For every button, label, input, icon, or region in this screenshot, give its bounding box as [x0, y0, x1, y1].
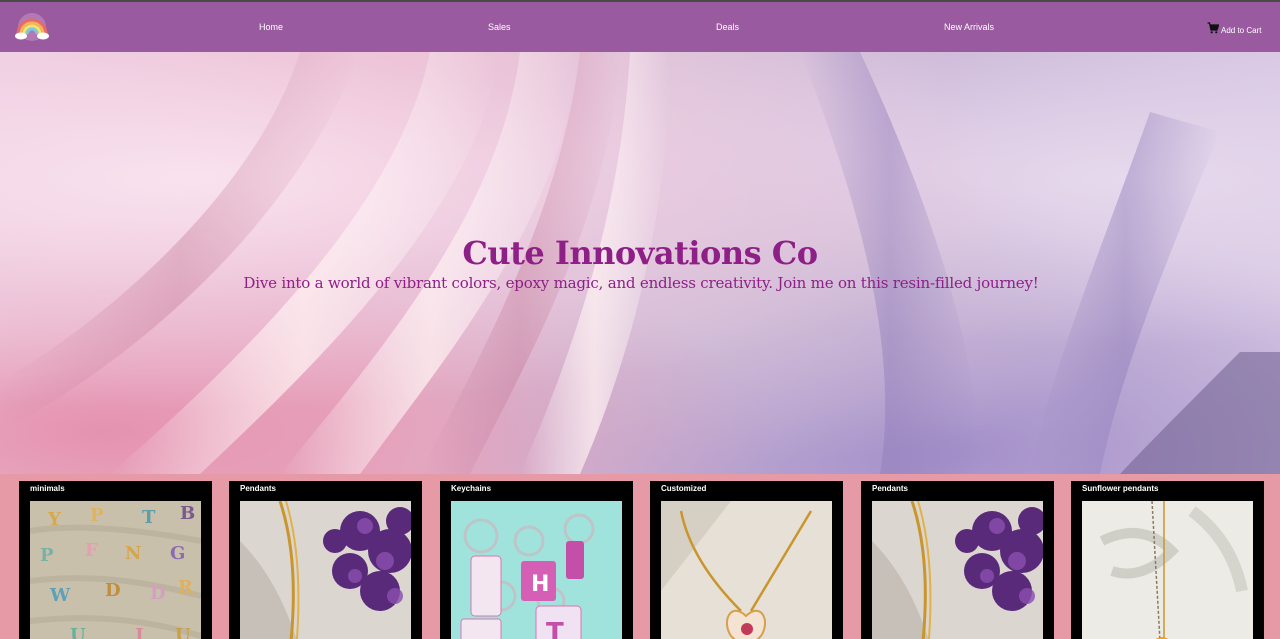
nav-new-arrivals-link[interactable]: New Arrivals — [944, 22, 994, 32]
svg-text:U: U — [70, 625, 86, 639]
product-card-title: Customized — [661, 484, 707, 493]
svg-text:D: D — [105, 580, 121, 601]
nav-sales-link[interactable]: Sales — [488, 22, 511, 32]
svg-text:R: R — [178, 577, 194, 598]
product-card-title: Sunflower pendants — [1082, 484, 1159, 493]
product-card-title: Pendants — [872, 484, 909, 493]
svg-text:T: T — [142, 507, 156, 528]
product-image — [1082, 501, 1253, 639]
product-image — [661, 501, 832, 639]
cart-icon — [1207, 21, 1219, 33]
svg-text:N: N — [125, 543, 141, 564]
product-card-pendants[interactable]: Pendants — [229, 481, 422, 639]
svg-text:W: W — [49, 585, 71, 606]
svg-text:F: F — [85, 540, 98, 561]
product-card-pendants-2[interactable]: Pendants — [861, 481, 1054, 639]
product-image: Y P T B P F N G W D D R U J U — [30, 501, 201, 639]
svg-text:T: T — [546, 618, 564, 639]
svg-text:U: U — [175, 625, 191, 639]
product-image — [872, 501, 1043, 639]
product-image — [240, 501, 411, 639]
product-card-customized[interactable]: Customized — [650, 481, 843, 639]
svg-text:P: P — [90, 505, 104, 526]
svg-text:H: H — [531, 572, 549, 597]
hero-subtitle: Dive into a world of vibrant colors, epo… — [243, 274, 1039, 292]
cart-label: Add to Cart — [1221, 26, 1262, 35]
svg-text:Y: Y — [47, 509, 62, 530]
add-to-cart-button[interactable]: Add to Cart — [1207, 20, 1261, 35]
product-card-title: Pendants — [240, 484, 277, 493]
product-card-title: Keychains — [451, 484, 492, 493]
navbar: Home Sales Deals New Arrivals Add to Car… — [0, 2, 1280, 52]
product-card-sunflower-pendants[interactable]: Sunflower pendants — [1071, 481, 1264, 639]
nav-home-link[interactable]: Home — [259, 22, 283, 32]
product-card-minimals[interactable]: minimals Y P T B P F N G W D D R U J U — [19, 481, 212, 639]
product-grid: minimals Y P T B P F N G W D D R U J U P… — [0, 474, 1280, 639]
nav-deals-link[interactable]: Deals — [716, 22, 739, 32]
product-card-title: minimals — [30, 484, 65, 493]
svg-text:G: G — [170, 543, 185, 564]
hero-title: Cute Innovations Co — [462, 234, 818, 272]
svg-text:P: P — [40, 545, 54, 566]
svg-text:B: B — [180, 503, 195, 524]
product-card-keychains[interactable]: Keychains H T — [440, 481, 633, 639]
svg-text:J: J — [133, 625, 144, 639]
product-image: H T — [451, 501, 622, 639]
rainbow-logo-icon[interactable] — [12, 12, 52, 42]
svg-text:D: D — [150, 583, 166, 604]
hero-banner: Cute Innovations Co Dive into a world of… — [0, 52, 1280, 474]
